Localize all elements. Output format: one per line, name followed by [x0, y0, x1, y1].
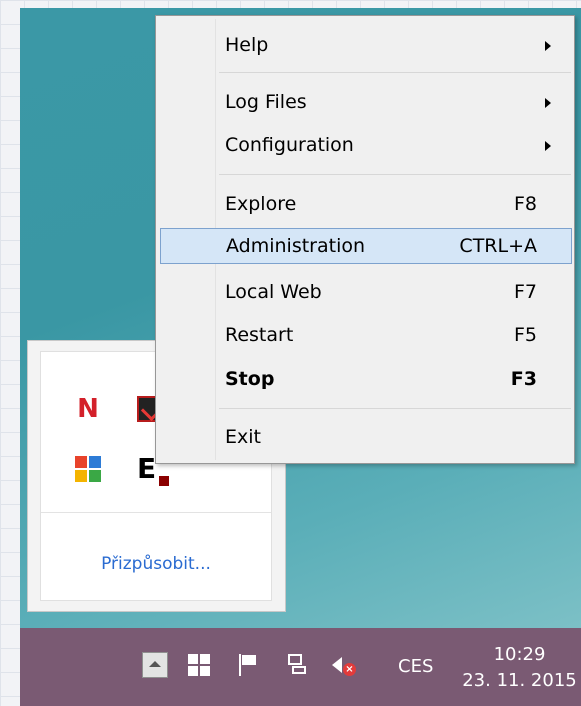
- menu-item-restart[interactable]: Restart F5: [159, 317, 571, 353]
- menu-item-administration[interactable]: Administration CTRL+A: [160, 228, 572, 264]
- clock-date: 23. 11. 2015: [462, 670, 577, 691]
- submenu-arrow-icon: [545, 141, 551, 151]
- mute-x-icon: ×: [343, 663, 356, 676]
- clock-time: 10:29: [493, 644, 546, 665]
- action-center-flag-icon[interactable]: [236, 654, 258, 676]
- input-language-indicator[interactable]: CES: [398, 656, 433, 677]
- menu-item-label: Explore: [225, 193, 297, 215]
- menu-item-label: Exit: [225, 426, 261, 448]
- menu-item-local-web[interactable]: Local Web F7: [159, 274, 571, 310]
- menu-item-label: Help: [225, 34, 269, 56]
- menu-item-stop[interactable]: Stop F3: [159, 361, 571, 397]
- windows-icon[interactable]: [188, 654, 210, 676]
- taskbar: × CES 10:29 23. 11. 2015: [20, 628, 581, 706]
- tray-context-menu: Help Log Files Configuration Explore F8 …: [155, 15, 575, 464]
- menu-item-log-files[interactable]: Log Files: [159, 84, 571, 120]
- menu-item-shortcut: CTRL+A: [459, 235, 537, 257]
- system-clock[interactable]: 10:29 23. 11. 2015: [458, 642, 581, 694]
- menu-item-configuration[interactable]: Configuration: [159, 127, 571, 163]
- volume-muted-icon[interactable]: ×: [332, 654, 356, 676]
- menu-item-exit[interactable]: Exit: [159, 419, 571, 455]
- menu-separator: [219, 72, 571, 73]
- menu-separator: [219, 174, 571, 175]
- menu-item-help[interactable]: Help: [159, 27, 571, 63]
- menu-item-shortcut: F3: [510, 368, 537, 390]
- menu-item-shortcut: F7: [513, 281, 537, 303]
- menu-item-explore[interactable]: Explore F8: [159, 186, 571, 222]
- menu-separator: [219, 408, 571, 409]
- submenu-arrow-icon: [545, 98, 551, 108]
- avg-antivirus-icon[interactable]: [75, 456, 101, 482]
- menu-item-label: Log Files: [225, 91, 307, 113]
- menu-item-label: Restart: [225, 324, 294, 346]
- submenu-arrow-icon: [545, 41, 551, 51]
- network-icon[interactable]: [286, 654, 308, 676]
- menu-item-label: Local Web: [225, 281, 322, 303]
- norton-icon[interactable]: N: [75, 396, 101, 422]
- menu-item-label: Configuration: [225, 134, 354, 156]
- menu-item-shortcut: F5: [513, 324, 537, 346]
- menu-item-label: Administration: [226, 235, 366, 257]
- menu-item-label: Stop: [225, 368, 275, 390]
- menu-item-shortcut: F8: [513, 193, 537, 215]
- customize-link[interactable]: Přizpůsobit...: [41, 554, 271, 574]
- show-hidden-icons-button[interactable]: [142, 652, 168, 678]
